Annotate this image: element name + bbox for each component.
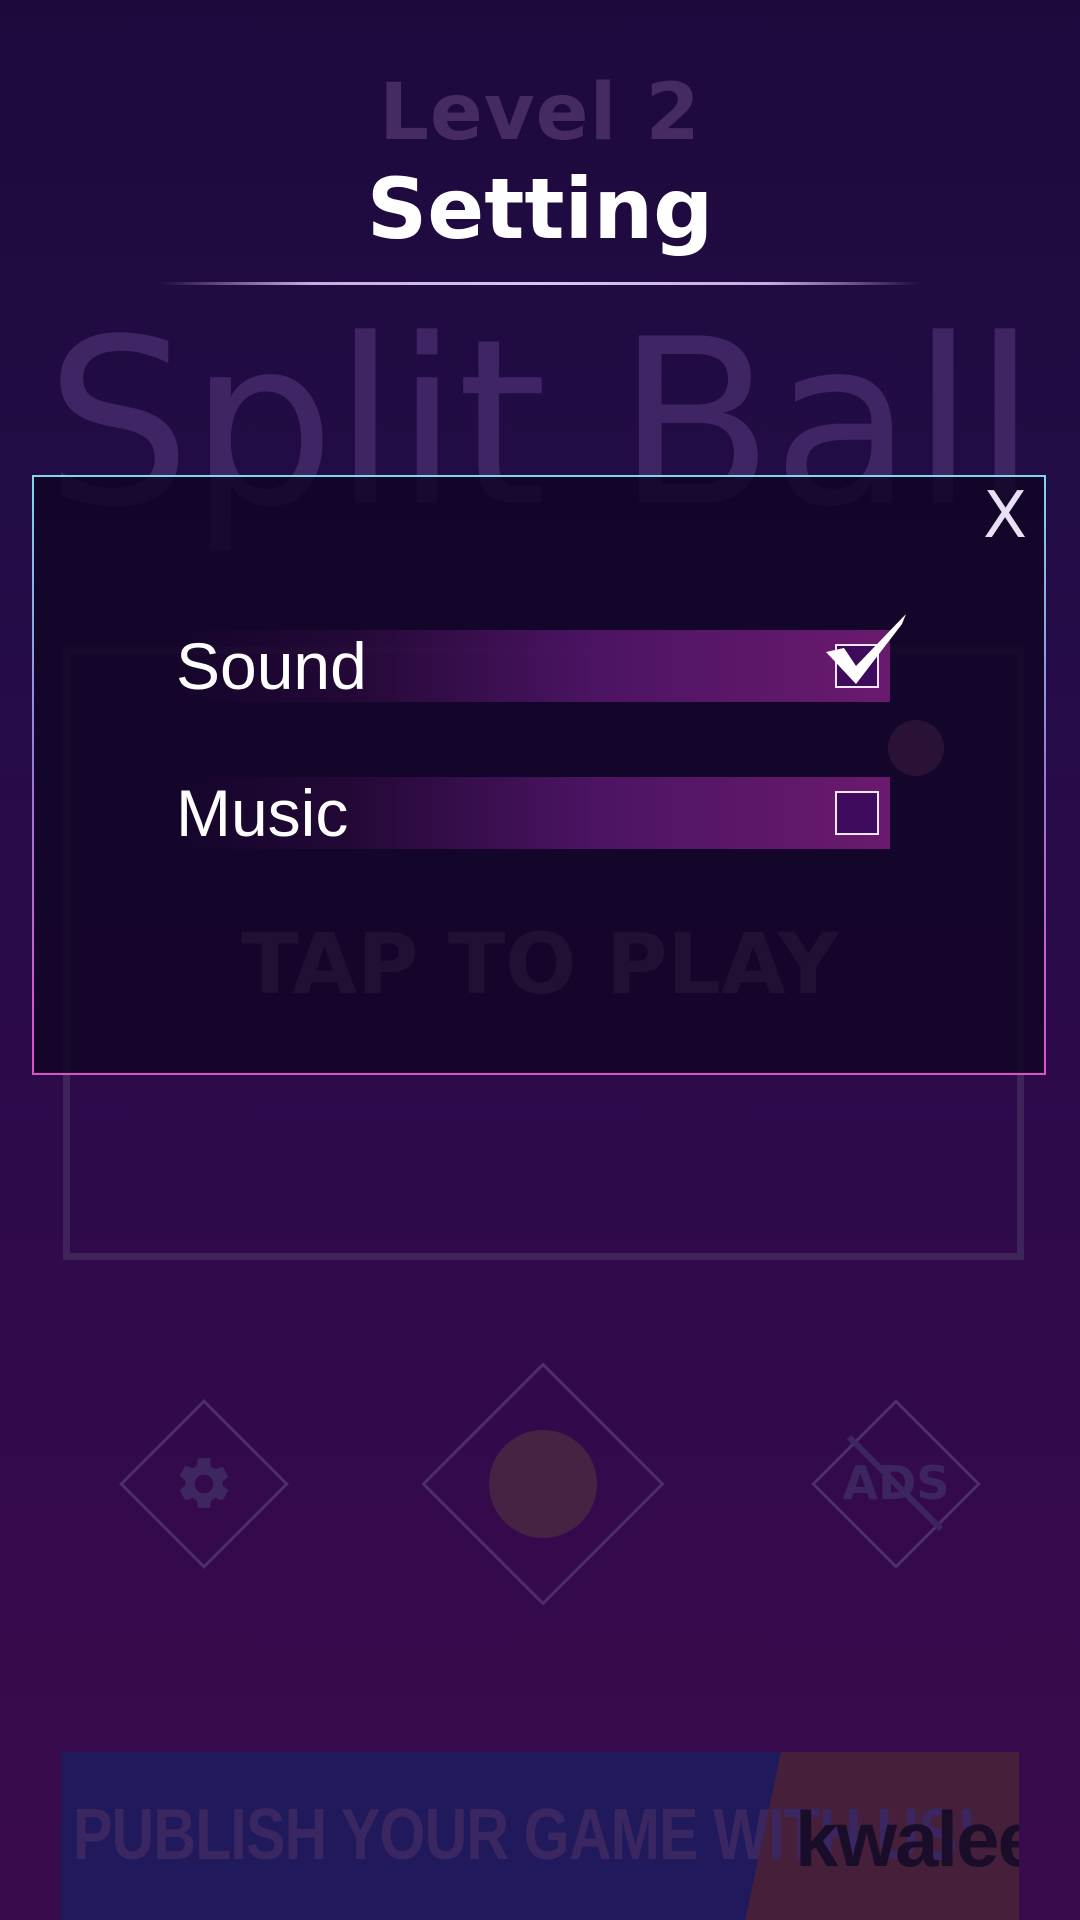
tap-to-play-label: TAP TO PLAY xyxy=(241,915,839,1013)
ad-banner[interactable]: PUBLISH YOUR GAME WITH US! kwalee ™ xyxy=(61,1752,1019,1920)
ball-decoration xyxy=(888,720,944,776)
settings-button[interactable] xyxy=(119,1399,289,1569)
no-ads-button[interactable]: ADS xyxy=(811,1399,981,1569)
ad-brand-logo: kwalee xyxy=(795,1795,1019,1883)
title-divider xyxy=(160,282,920,285)
music-option-row[interactable]: Music xyxy=(168,777,890,849)
sound-option-row[interactable]: Sound xyxy=(168,614,906,703)
page-title: Setting xyxy=(366,160,714,258)
sound-checkbox[interactable] xyxy=(835,644,879,688)
level-label: Level 2 xyxy=(379,68,701,158)
music-checkbox[interactable] xyxy=(835,791,879,835)
play-button[interactable] xyxy=(421,1362,666,1606)
close-button[interactable]: X xyxy=(970,478,1040,554)
gear-icon xyxy=(120,1400,288,1568)
sound-label: Sound xyxy=(176,629,367,703)
music-label: Music xyxy=(176,776,349,850)
ball-icon xyxy=(489,1430,597,1538)
